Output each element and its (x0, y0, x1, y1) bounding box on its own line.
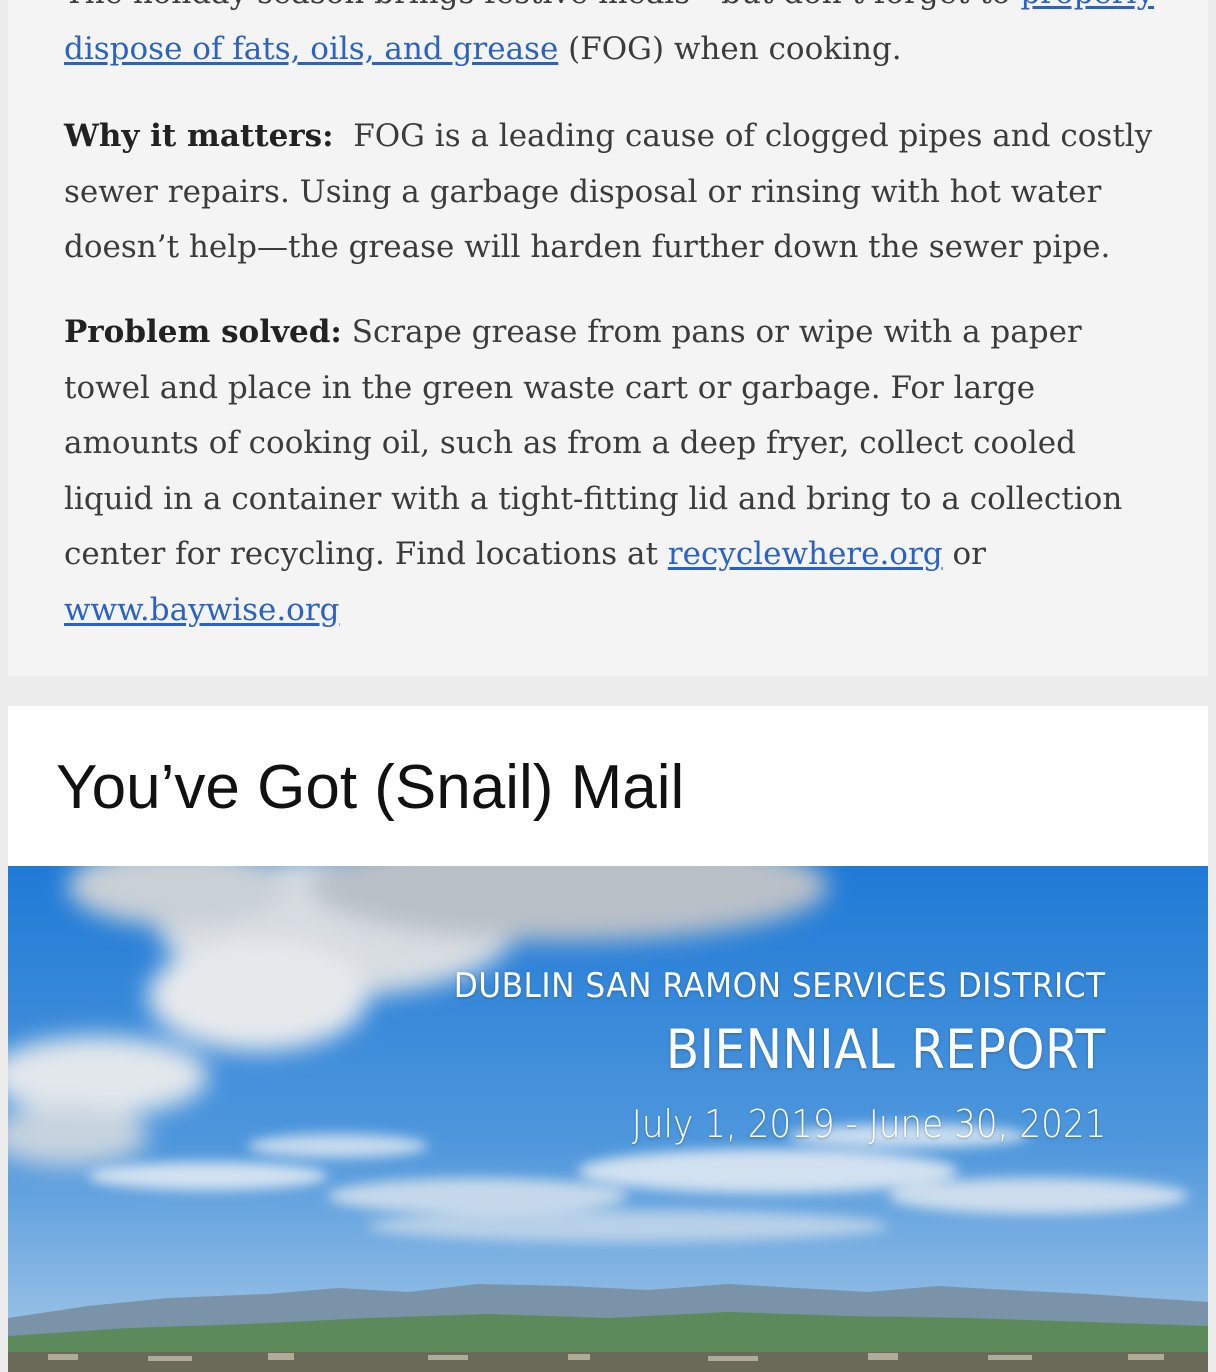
report-title-text: BIENNIAL REPORT (666, 1018, 1106, 1081)
solved-label: Problem solved: (64, 314, 342, 350)
fog-intro-paragraph: The holiday season brings festive meals—… (64, 0, 1164, 77)
intro-text-end: (FOG) when cooking. (558, 30, 902, 67)
section-title: You’ve Got (Snail) Mail (56, 753, 685, 822)
district-name-text: DUBLIN SAN RAMON SERVICES DISTRICT (454, 966, 1106, 1006)
article-card-fog: The holiday season brings festive meals—… (8, 0, 1208, 676)
problem-solved-paragraph: Problem solved: Scrape grease from pans … (64, 305, 1164, 638)
solved-text: Scrape grease from pans or wipe with a p… (64, 314, 1123, 572)
recyclewhere-link[interactable]: recyclewhere.org (668, 536, 943, 572)
biennial-report-cover-image[interactable]: DUBLIN SAN RAMON SERVICES DISTRICT BIENN… (8, 866, 1208, 1372)
or-text: or (942, 536, 986, 572)
intro-text: The holiday season brings festive meals—… (64, 0, 1020, 11)
baywise-link[interactable]: www.baywise.org (64, 592, 340, 628)
article-card-snail-mail: You’ve Got (Snail) Mail DUBLIN SAN RAMON… (8, 706, 1208, 1372)
why-label: Why it matters: (64, 118, 334, 154)
why-it-matters-paragraph: Why it matters: FOG is a leading cause o… (64, 109, 1164, 276)
report-date-range-text: July 1, 2019 - June 30, 2021 (631, 1102, 1106, 1146)
